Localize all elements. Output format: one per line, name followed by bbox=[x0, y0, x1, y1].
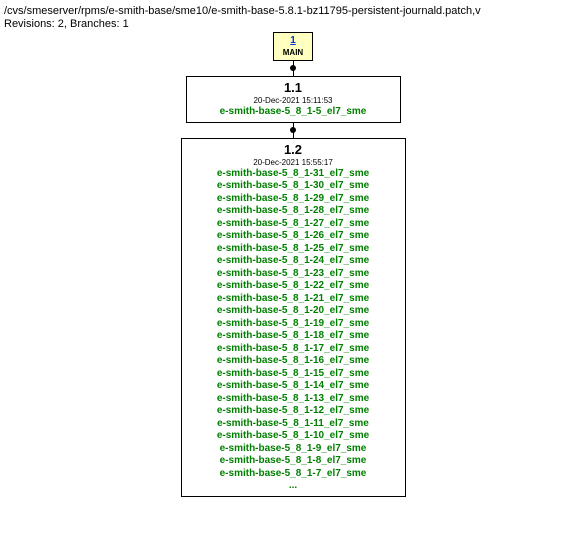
connector-line bbox=[293, 61, 294, 76]
tag-label: e-smith-base-5_8_1-14_el7_sme bbox=[188, 380, 399, 393]
tag-label: e-smith-base-5_8_1-22_el7_sme bbox=[188, 280, 399, 293]
revision-diagram: 1 MAIN 1.1 20-Dec-2021 15:11:53 e-smith-… bbox=[148, 32, 438, 497]
tag-label: e-smith-base-5_8_1-11_el7_sme bbox=[188, 418, 399, 431]
branch-box-main[interactable]: 1 MAIN bbox=[273, 32, 313, 61]
revision-tags: e-smith-base-5_8_1-31_el7_smee-smith-bas… bbox=[188, 168, 399, 481]
tag-label: e-smith-base-5_8_1-5_el7_sme bbox=[193, 106, 394, 119]
tag-label: e-smith-base-5_8_1-19_el7_sme bbox=[188, 318, 399, 331]
tag-label: e-smith-base-5_8_1-31_el7_sme bbox=[188, 168, 399, 181]
tag-label: e-smith-base-5_8_1-9_el7_sme bbox=[188, 443, 399, 456]
tag-label: e-smith-base-5_8_1-20_el7_sme bbox=[188, 305, 399, 318]
tag-label: e-smith-base-5_8_1-12_el7_sme bbox=[188, 405, 399, 418]
branch-number: 1 bbox=[278, 35, 308, 48]
tag-label: e-smith-base-5_8_1-26_el7_sme bbox=[188, 230, 399, 243]
revision-date: 20-Dec-2021 15:11:53 bbox=[193, 96, 394, 106]
tag-label: e-smith-base-5_8_1-16_el7_sme bbox=[188, 355, 399, 368]
tag-label: e-smith-base-5_8_1-23_el7_sme bbox=[188, 268, 399, 281]
tag-label: e-smith-base-5_8_1-10_el7_sme bbox=[188, 430, 399, 443]
branch-label: MAIN bbox=[278, 48, 308, 58]
tag-label: e-smith-base-5_8_1-21_el7_sme bbox=[188, 293, 399, 306]
tag-label: e-smith-base-5_8_1-15_el7_sme bbox=[188, 368, 399, 381]
tag-label: e-smith-base-5_8_1-28_el7_sme bbox=[188, 205, 399, 218]
ellipsis: ... bbox=[188, 480, 399, 493]
tag-label: e-smith-base-5_8_1-8_el7_sme bbox=[188, 455, 399, 468]
tag-label: e-smith-base-5_8_1-29_el7_sme bbox=[188, 193, 399, 206]
tag-label: e-smith-base-5_8_1-30_el7_sme bbox=[188, 180, 399, 193]
connector-dot bbox=[290, 65, 296, 71]
revision-tags: e-smith-base-5_8_1-5_el7_sme bbox=[193, 106, 394, 119]
tag-label: e-smith-base-5_8_1-7_el7_sme bbox=[188, 468, 399, 481]
revision-number: 1.1 bbox=[193, 80, 394, 96]
revision-box-1-1[interactable]: 1.1 20-Dec-2021 15:11:53 e-smith-base-5_… bbox=[186, 76, 401, 123]
connector-dot bbox=[290, 127, 296, 133]
revisions-meta: Revisions: 2, Branches: 1 bbox=[4, 18, 578, 30]
connector-line bbox=[293, 123, 294, 138]
tag-label: e-smith-base-5_8_1-27_el7_sme bbox=[188, 218, 399, 231]
tag-label: e-smith-base-5_8_1-18_el7_sme bbox=[188, 330, 399, 343]
tag-label: e-smith-base-5_8_1-13_el7_sme bbox=[188, 393, 399, 406]
revision-box-1-2[interactable]: 1.2 20-Dec-2021 15:55:17 e-smith-base-5_… bbox=[181, 138, 406, 497]
revision-number: 1.2 bbox=[188, 142, 399, 158]
file-path: /cvs/smeserver/rpms/e-smith-base/sme10/e… bbox=[4, 4, 578, 18]
revision-date: 20-Dec-2021 15:55:17 bbox=[188, 158, 399, 168]
tag-label: e-smith-base-5_8_1-25_el7_sme bbox=[188, 243, 399, 256]
tag-label: e-smith-base-5_8_1-24_el7_sme bbox=[188, 255, 399, 268]
tag-label: e-smith-base-5_8_1-17_el7_sme bbox=[188, 343, 399, 356]
